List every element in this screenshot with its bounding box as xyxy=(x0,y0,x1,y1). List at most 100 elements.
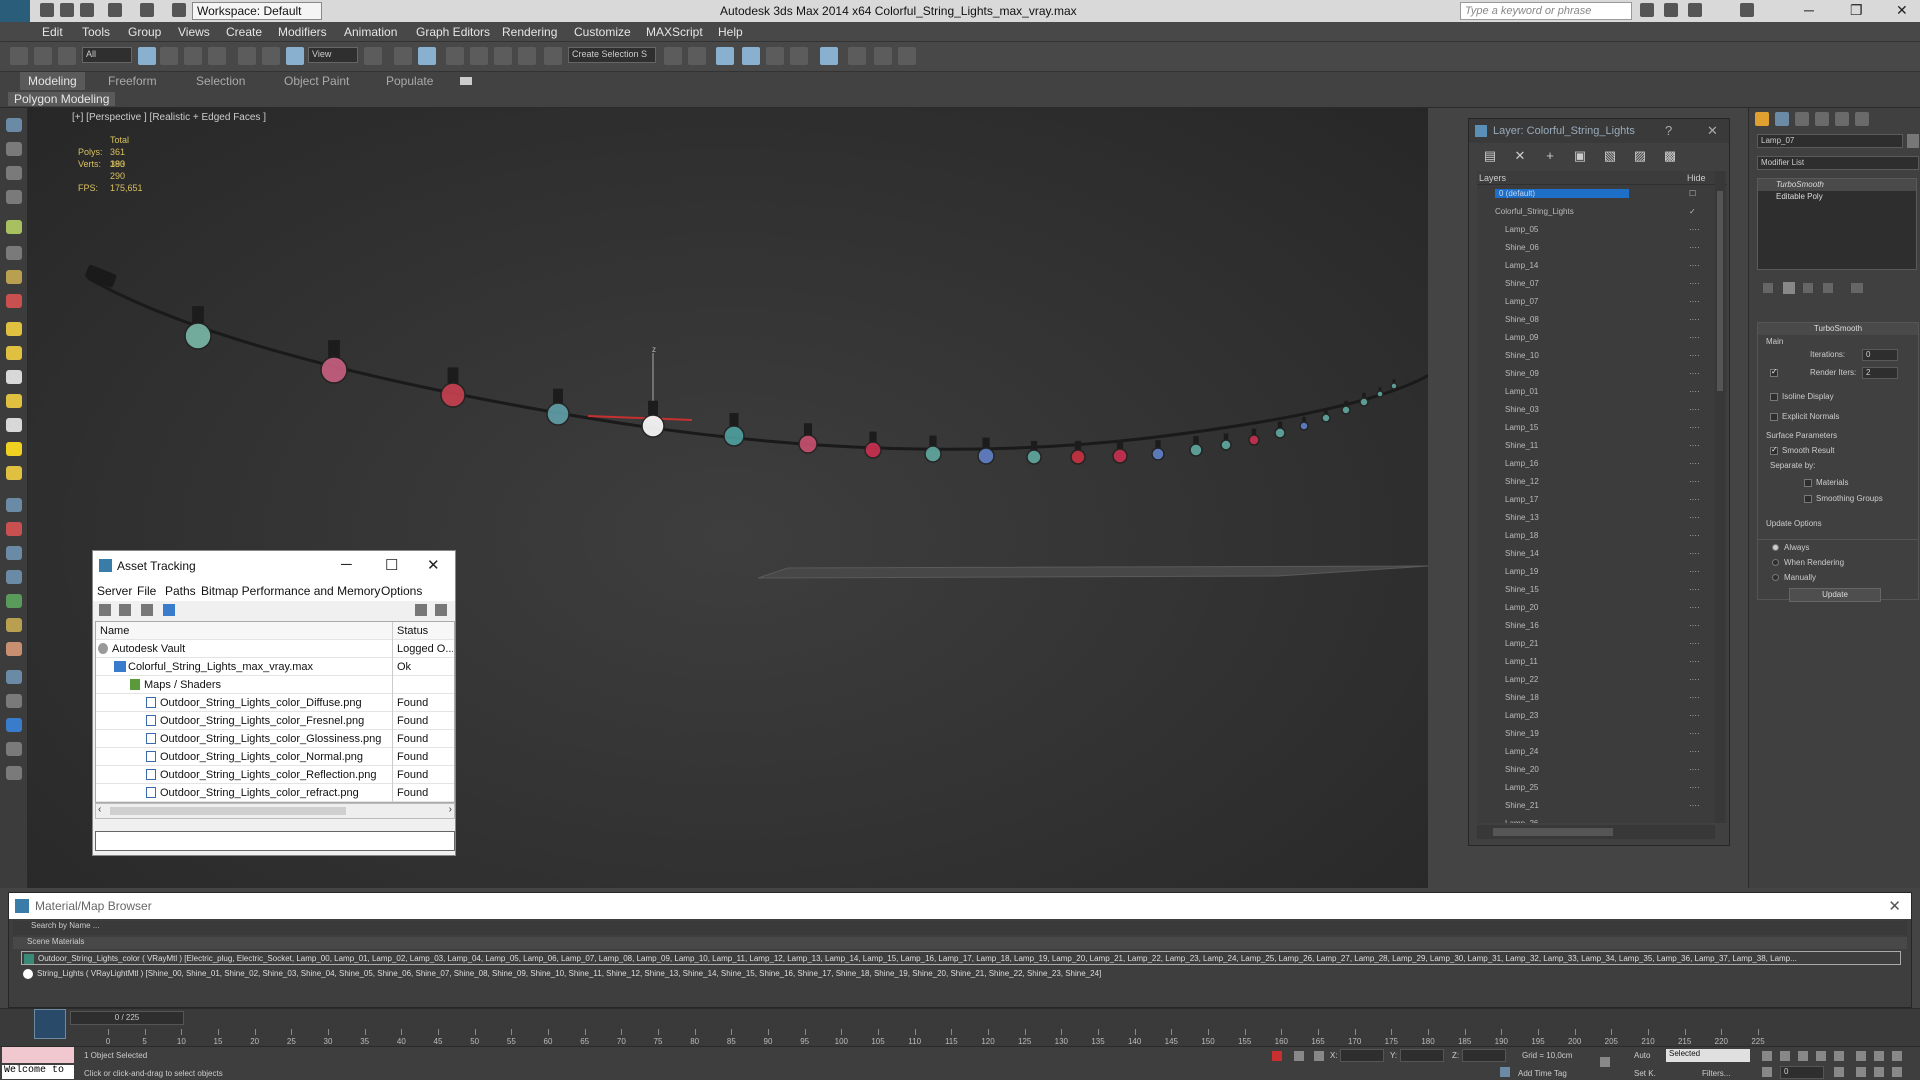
layer-row[interactable]: Lamp_09 ···· xyxy=(1477,329,1727,347)
asset-menu-server[interactable]: Server xyxy=(97,584,132,598)
hide-toggle[interactable]: ···· xyxy=(1689,423,1700,432)
asset-menu-bitmap[interactable]: Bitmap Performance and Memory xyxy=(201,584,380,598)
layer-row[interactable]: Lamp_20 ···· xyxy=(1477,599,1727,617)
isolate-selection-icon[interactable] xyxy=(1272,1051,1282,1061)
utilities-panel-icon[interactable] xyxy=(6,246,22,260)
hide-toggle[interactable]: ···· xyxy=(1689,261,1700,270)
layer-row[interactable]: Shine_07 ···· xyxy=(1477,275,1727,293)
column-name[interactable]: Name xyxy=(100,625,129,637)
layer-row[interactable]: Colorful_String_Lights ✓ xyxy=(1477,203,1727,221)
statistics-icon[interactable] xyxy=(6,742,22,756)
table-row[interactable]: Outdoor_String_Lights_color_refract.png F… xyxy=(96,784,454,802)
layer-row[interactable]: Shine_12 ···· xyxy=(1477,473,1727,491)
layer-row[interactable]: Lamp_07 ···· xyxy=(1477,293,1727,311)
hide-toggle[interactable]: ···· xyxy=(1689,819,1700,823)
layer-row[interactable]: Lamp_05 ···· xyxy=(1477,221,1727,239)
table-row[interactable]: Outdoor_String_Lights_color_Reflection.p… xyxy=(96,766,454,784)
layer-row[interactable]: 0 (default) ☐ xyxy=(1477,185,1727,203)
angle-snap-icon[interactable] xyxy=(470,47,488,65)
scroll-right-icon[interactable]: › xyxy=(449,804,452,815)
new-layer-icon[interactable]: ▤ xyxy=(1483,149,1497,162)
modify-panel-icon[interactable] xyxy=(6,142,22,156)
layer-row[interactable]: Lamp_23 ···· xyxy=(1477,707,1727,725)
redo-icon[interactable] xyxy=(140,3,154,17)
hide-toggle[interactable]: ···· xyxy=(1689,531,1700,540)
cylinder-icon[interactable] xyxy=(6,370,22,384)
layer-hscroll[interactable] xyxy=(1477,825,1715,839)
show-end-result-icon[interactable] xyxy=(1783,282,1795,294)
motion-tab-icon[interactable] xyxy=(1815,112,1829,126)
hide-toggle[interactable]: ···· xyxy=(1689,729,1700,738)
hide-toggle[interactable]: ···· xyxy=(1689,495,1700,504)
scene-materials-group[interactable]: Scene Materials xyxy=(13,937,1907,949)
go-to-start-icon[interactable] xyxy=(1762,1051,1772,1061)
set-key-button[interactable]: Set K. xyxy=(1634,1069,1656,1078)
menu-edit[interactable]: Edit xyxy=(42,25,63,39)
ribbon-minimize-icon[interactable] xyxy=(460,77,472,85)
state-sets-icon[interactable] xyxy=(6,294,22,308)
hide-toggle[interactable]: ···· xyxy=(1689,801,1700,810)
materials-checkbox[interactable] xyxy=(1804,479,1812,487)
biped-icon[interactable] xyxy=(6,642,22,656)
menu-tools[interactable]: Tools xyxy=(82,25,110,39)
open-file-icon[interactable] xyxy=(60,3,74,17)
hierarchy-panel-icon[interactable] xyxy=(6,166,22,180)
configure-sets-icon[interactable] xyxy=(1851,283,1863,293)
always-radio[interactable] xyxy=(1772,544,1779,551)
z-coordinate-field[interactable] xyxy=(1462,1049,1506,1062)
hide-toggle[interactable]: ☐ xyxy=(1689,189,1696,198)
render-iters-checkbox[interactable] xyxy=(1770,367,1778,377)
hide-toggle[interactable]: ···· xyxy=(1689,711,1700,720)
time-config-icon[interactable] xyxy=(1834,1067,1844,1077)
mini-curve-editor-icon[interactable] xyxy=(34,1009,66,1039)
asset-menu-options[interactable]: Options xyxy=(381,584,422,598)
hide-toggle[interactable]: ···· xyxy=(1689,549,1700,558)
render-icon[interactable] xyxy=(6,570,22,584)
column-hide[interactable]: Hide xyxy=(1687,173,1706,183)
render-production-icon[interactable] xyxy=(898,47,916,65)
layer-row[interactable]: Lamp_24 ···· xyxy=(1477,743,1727,761)
layer-row[interactable]: Shine_10 ···· xyxy=(1477,347,1727,365)
menu-create[interactable]: Create xyxy=(226,25,262,39)
foliage-icon[interactable] xyxy=(6,594,22,608)
modify-tab-icon[interactable] xyxy=(1775,112,1789,126)
time-slider[interactable]: 0 / 225 xyxy=(70,1011,184,1025)
rotate-icon[interactable] xyxy=(262,47,280,65)
tab-object-paint[interactable]: Object Paint xyxy=(284,74,349,88)
modifier-list-dropdown[interactable]: Modifier List xyxy=(1757,156,1919,170)
new-file-icon[interactable] xyxy=(40,3,54,17)
stack-item-turbosmooth[interactable]: TurboSmooth xyxy=(1758,179,1916,191)
when-rendering-radio[interactable] xyxy=(1772,559,1779,566)
hide-toggle[interactable]: ···· xyxy=(1689,441,1700,450)
asset-menu-paths[interactable]: Paths xyxy=(165,584,196,598)
hide-toggle[interactable]: ···· xyxy=(1689,585,1700,594)
table-row[interactable]: Outdoor_String_Lights_color_Diffuse.png F… xyxy=(96,694,454,712)
material-editor-icon[interactable] xyxy=(820,47,838,65)
scale-icon[interactable] xyxy=(286,47,304,65)
unlink-icon[interactable] xyxy=(34,47,52,65)
scroll-thumb[interactable] xyxy=(1717,191,1723,391)
table-row[interactable]: Autodesk Vault Logged O... xyxy=(96,640,454,658)
render-setup-icon[interactable] xyxy=(848,47,866,65)
layer-row[interactable]: Lamp_26 ···· xyxy=(1477,815,1727,823)
favorites-icon[interactable] xyxy=(1688,3,1702,17)
previous-frame-icon[interactable] xyxy=(1780,1051,1790,1061)
play-icon[interactable] xyxy=(1798,1051,1808,1061)
hide-toggle[interactable]: ✓ xyxy=(1689,207,1696,216)
snaps-toggle-icon[interactable] xyxy=(446,47,464,65)
edit-named-selection-icon[interactable] xyxy=(544,47,562,65)
hide-toggle[interactable]: ···· xyxy=(1689,747,1700,756)
motion-panel-icon[interactable] xyxy=(6,190,22,204)
time-tag-icon[interactable] xyxy=(1500,1067,1510,1077)
zoom-extents-icon[interactable] xyxy=(1892,1051,1902,1061)
hide-toggle[interactable]: ···· xyxy=(1689,279,1700,288)
hide-toggle[interactable]: ···· xyxy=(1689,387,1700,396)
box-icon[interactable] xyxy=(6,322,22,336)
layer-row[interactable]: Shine_20 ···· xyxy=(1477,761,1727,779)
layer-row[interactable]: Shine_16 ···· xyxy=(1477,617,1727,635)
scroll-thumb[interactable] xyxy=(1493,828,1613,836)
named-selection-dropdown[interactable]: Create Selection S xyxy=(568,47,656,63)
object-name-field[interactable]: Lamp_07 xyxy=(1757,134,1903,148)
table-row[interactable]: Outdoor_String_Lights_color_Fresnel.png F… xyxy=(96,712,454,730)
hide-toggle[interactable]: ···· xyxy=(1689,351,1700,360)
